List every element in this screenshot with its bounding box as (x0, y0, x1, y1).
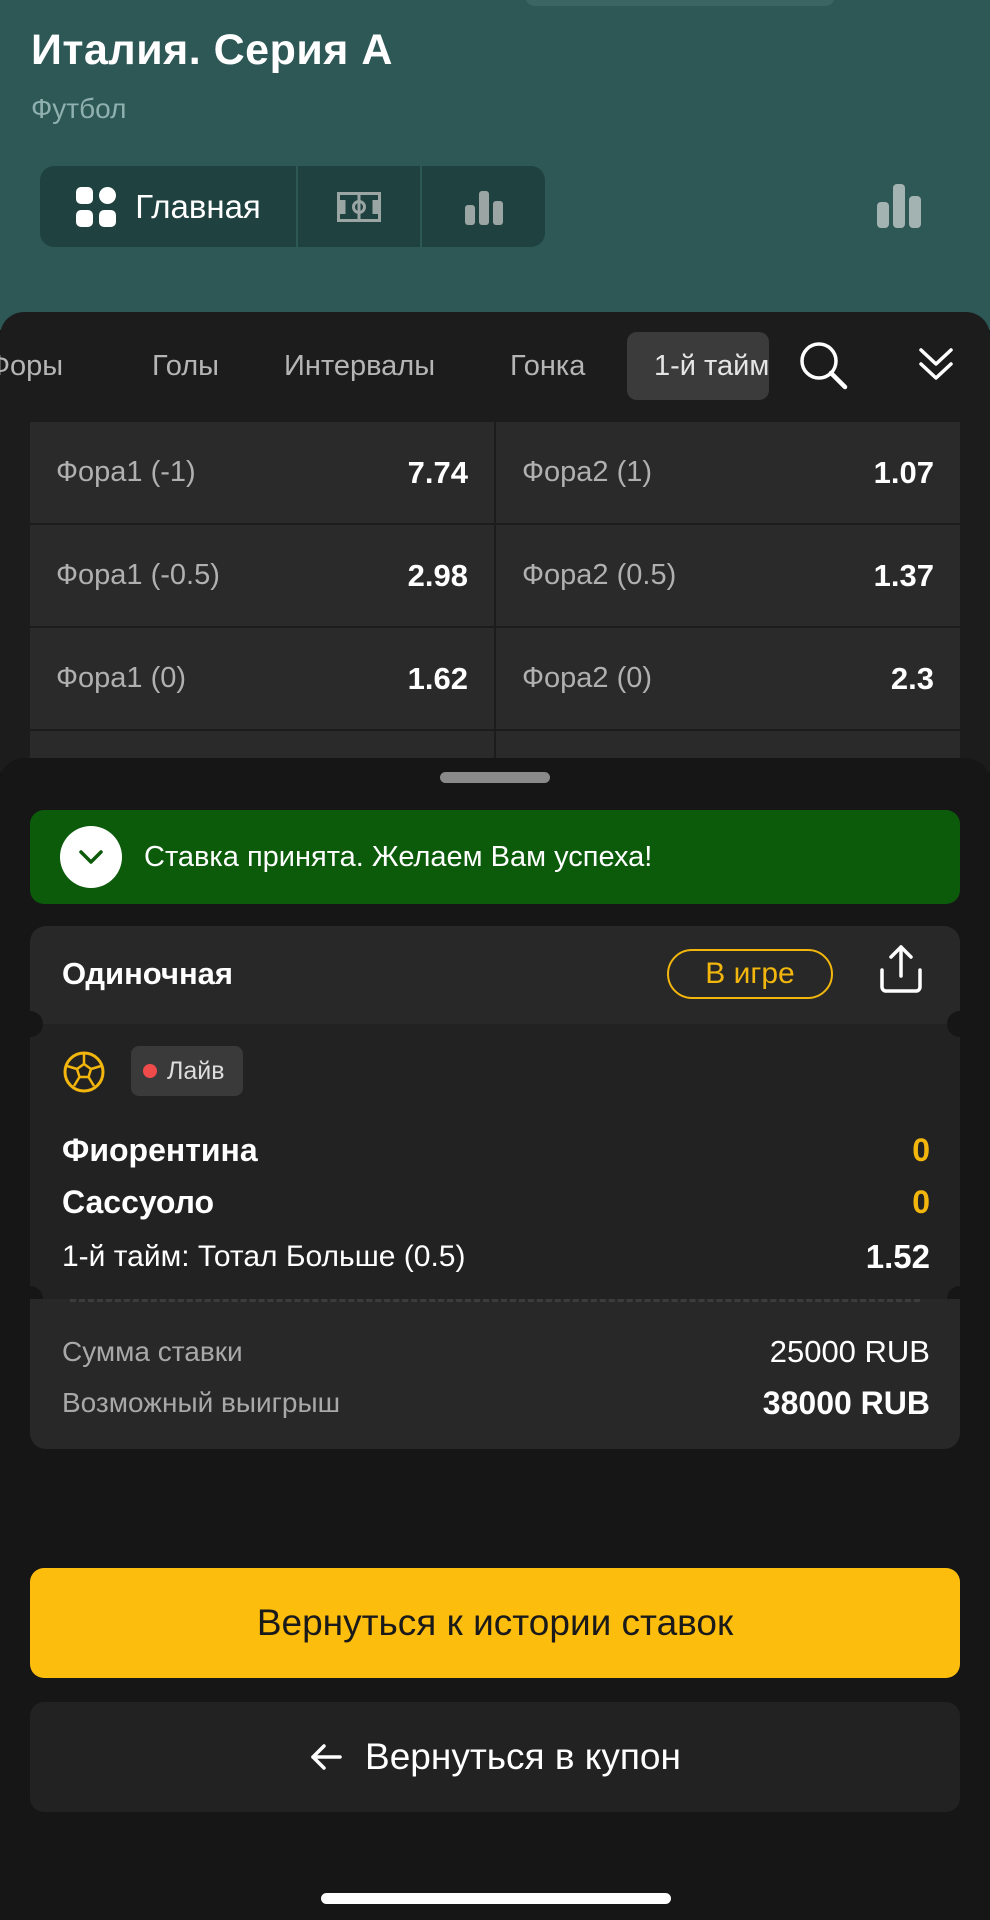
market-label: Фора2 (1) (522, 456, 653, 488)
market-label: Фора1 (0) (56, 662, 187, 694)
share-icon (880, 945, 922, 993)
bet-card-header: Одиночная В игре (30, 926, 960, 1024)
home-indicator[interactable] (321, 1893, 671, 1904)
bet-card-summary: Сумма ставки 25000 RUB Возможный выигрыш… (30, 1299, 960, 1449)
tab-goals[interactable]: Голы (152, 332, 219, 400)
bet-odds: 1.52 (865, 1238, 930, 1275)
tab-first-half[interactable]: 1-й тайм (627, 332, 769, 400)
arrow-left-icon (311, 1744, 342, 1770)
football-icon (63, 1051, 105, 1093)
odds-value: 1.37 (873, 557, 934, 593)
page-title: Италия. Серия А (31, 26, 393, 74)
live-badge: Лайв (131, 1046, 243, 1096)
team-away: Сассуоло (62, 1184, 215, 1220)
stats-icon (464, 190, 503, 225)
market-label: Фора1 (-0.5) (56, 559, 220, 591)
back-to-coupon-button[interactable]: Вернуться в купон (30, 1702, 960, 1812)
market-label: Фора2 (0) (522, 662, 653, 694)
tab-race[interactable]: Гонка (510, 332, 585, 400)
back-to-history-button[interactable]: Вернуться к истории ставок (30, 1568, 960, 1678)
segment-home-label: Главная (135, 187, 261, 225)
tab-intervals[interactable]: Интервалы (284, 332, 435, 400)
bet-outcome: 1-й тайм: Тотал Больше (0.5) (62, 1240, 466, 1273)
top-drag-pill (525, 0, 835, 6)
status-badge: В игре (667, 949, 833, 999)
ticket-notch (17, 1011, 43, 1037)
bet-slip-sheet: Ставка принята. Желаем Вам успеха! Одино… (0, 758, 990, 1920)
sheet-handle[interactable] (440, 772, 550, 783)
view-switcher: Главная (40, 166, 545, 247)
field-icon (337, 191, 381, 222)
odds-value: 1.62 (407, 660, 468, 696)
possible-win-label: Возможный выигрыш (62, 1387, 341, 1418)
tab-handicaps[interactable]: Форы (0, 332, 63, 400)
live-label: Лайв (167, 1056, 225, 1085)
search-icon (800, 342, 848, 390)
odds-cell[interactable]: Фора2 (0) 2.3 (496, 628, 960, 729)
bet-card-body: Лайв Фиорентина 0 Сассуоло 0 1-й тайм: Т… (30, 1024, 960, 1299)
statistics-button[interactable] (876, 182, 922, 233)
segment-stats[interactable] (422, 166, 545, 247)
odds-value: 2.3 (890, 660, 934, 696)
dashboard-icon (76, 186, 117, 227)
ticket-notch (947, 1011, 973, 1037)
odds-cell[interactable]: Фора1 (-1) 7.74 (30, 422, 494, 523)
stake-value: 25000 RUB (769, 1334, 930, 1369)
team-home: Фиорентина (62, 1132, 258, 1168)
bet-type: Одиночная (62, 956, 234, 991)
search-button[interactable] (798, 340, 850, 397)
market-label: Фора1 (-1) (56, 456, 196, 488)
back-to-coupon-label: Вернуться в купон (365, 1736, 681, 1777)
odds-cell[interactable]: Фора1 (-0.5) 2.98 (30, 525, 494, 626)
odds-value: 1.07 (873, 454, 934, 490)
market-tabs: Форы Голы Интервалы Гонка 1-й тайм (0, 332, 990, 400)
score-home: 0 (912, 1132, 930, 1168)
dashed-divider (70, 1299, 920, 1302)
stats-icon (877, 184, 921, 228)
possible-win-value: 38000 RUB (762, 1385, 930, 1421)
back-to-history-label: Вернуться к истории ставок (256, 1602, 734, 1643)
odds-value: 7.74 (407, 454, 468, 490)
odds-cell[interactable]: Фора2 (0.5) 1.37 (496, 525, 960, 626)
share-button[interactable] (878, 944, 924, 999)
market-label: Фора2 (0.5) (522, 559, 677, 591)
check-chevron-icon[interactable] (60, 826, 122, 888)
live-dot-icon (143, 1064, 157, 1078)
double-chevron-down-icon (919, 348, 953, 380)
success-message: Ставка принята. Желаем Вам успеха! (144, 840, 653, 873)
odds-value: 2.98 (407, 557, 468, 593)
segment-home[interactable]: Главная (40, 166, 298, 247)
odds-cell[interactable]: Фора1 (0) 1.62 (30, 628, 494, 729)
collapse-button[interactable] (918, 346, 954, 389)
market-panel: Форы Голы Интервалы Гонка 1-й тайм Фора1… (0, 312, 990, 832)
success-banner: Ставка принята. Желаем Вам успеха! (30, 810, 960, 904)
score-away: 0 (912, 1184, 930, 1220)
segment-field[interactable] (298, 166, 422, 247)
odds-cell[interactable]: Фора2 (1) 1.07 (496, 422, 960, 523)
sport-subtitle: Футбол (31, 93, 127, 124)
event-header: Италия. Серия А Футбол Главная (0, 0, 990, 330)
stake-label: Сумма ставки (62, 1336, 243, 1367)
